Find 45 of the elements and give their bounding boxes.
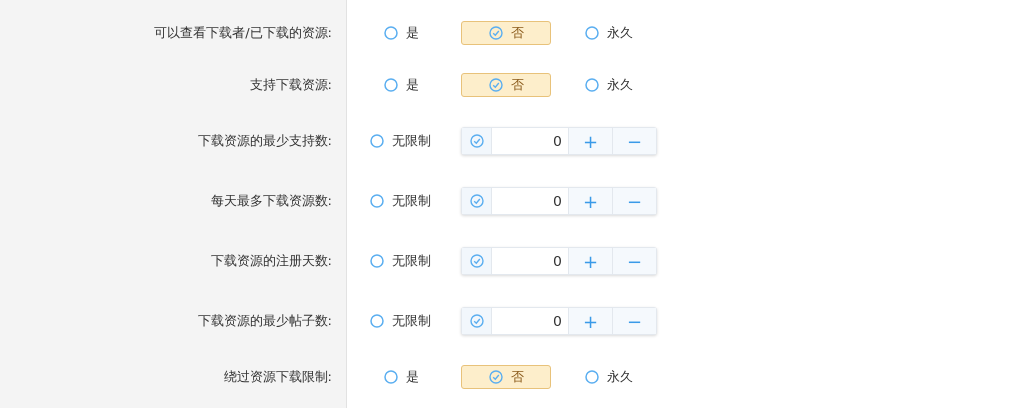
number-field[interactable]: 0 <box>492 188 568 214</box>
number-field[interactable]: 0 <box>492 248 568 274</box>
radio-option[interactable]: 永久 <box>585 76 645 94</box>
setting-label: 下载资源的最少支持数: <box>196 132 332 150</box>
radio-icon <box>384 370 398 384</box>
check-icon <box>488 78 503 92</box>
radio-icon <box>585 26 599 40</box>
option-button[interactable]: 否 <box>461 21 551 45</box>
check-toggle[interactable] <box>462 308 492 334</box>
radio-option[interactable]: 是 <box>384 24 461 42</box>
radio-icon <box>384 26 398 40</box>
check-toggle[interactable] <box>462 128 492 154</box>
setting-label: 支持下载资源: <box>248 76 332 94</box>
radio-option[interactable]: 无限制 <box>370 312 461 330</box>
radio-option[interactable]: 永久 <box>585 368 645 386</box>
radio-option[interactable]: 是 <box>384 368 461 386</box>
check-icon <box>469 194 484 208</box>
check-toggle[interactable] <box>462 188 492 214</box>
radio-icon <box>585 370 599 384</box>
radio-option[interactable]: 无限制 <box>370 132 461 150</box>
radio-option[interactable]: 无限制 <box>370 192 461 210</box>
number-field[interactable]: 0 <box>492 128 568 154</box>
radio-icon <box>370 314 384 328</box>
number-field[interactable]: 0 <box>492 308 568 334</box>
radio-option[interactable]: 是 <box>384 76 461 94</box>
check-icon <box>488 26 503 40</box>
check-icon <box>469 134 484 148</box>
radio-icon <box>370 134 384 148</box>
setting-label: 绕过资源下载限制: <box>222 368 332 386</box>
radio-option[interactable]: 永久 <box>585 24 645 42</box>
option-button[interactable]: 否 <box>461 365 551 389</box>
radio-option[interactable]: 无限制 <box>370 252 461 270</box>
radio-icon <box>370 254 384 268</box>
check-toggle[interactable] <box>462 248 492 274</box>
check-icon <box>469 254 484 268</box>
check-icon <box>469 314 484 328</box>
option-button[interactable]: 否 <box>461 73 551 97</box>
setting-label: 下载资源的最少帖子数: <box>196 312 332 330</box>
check-icon <box>488 370 503 384</box>
setting-label: 可以查看下载者/已下载的资源: <box>153 24 332 42</box>
radio-icon <box>585 78 599 92</box>
radio-icon <box>384 78 398 92</box>
setting-label: 每天最多下载资源数: <box>209 192 332 210</box>
setting-label: 下载资源的注册天数: <box>209 252 332 270</box>
radio-icon <box>370 194 384 208</box>
